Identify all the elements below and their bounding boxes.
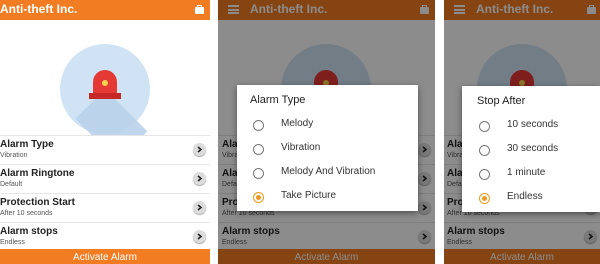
chevron-right-icon[interactable]	[193, 143, 206, 156]
option-endless[interactable]: Endless	[479, 191, 597, 207]
option-vibration[interactable]: Vibration	[253, 142, 413, 158]
setting-row-alarm-stops[interactable]: Alarm stops Endless	[0, 222, 210, 251]
dialog-title: Alarm Type	[250, 94, 306, 106]
option-take-picture[interactable]: Take Picture	[253, 190, 413, 206]
option-label: Melody And Vibration	[281, 166, 376, 177]
radio-button[interactable]	[253, 168, 264, 179]
option-label: Melody	[281, 118, 314, 129]
stop-after-screen: Anti-theft Inc. Alarm Type Vibration Ala…	[444, 0, 600, 264]
settings-list: Alarm Type Vibration Alarm Ringtone Defa…	[0, 135, 210, 251]
setting-value: Endless	[0, 239, 25, 246]
option-label: 1 minute	[507, 167, 546, 178]
shopping-bag-icon[interactable]	[195, 5, 204, 14]
option-melody-and-vibration[interactable]: Melody And Vibration	[253, 166, 413, 182]
alarm-type-dialog: Alarm Type Melody Vibration Melody And V…	[237, 85, 418, 211]
radio-button[interactable]	[479, 145, 490, 156]
setting-title: Alarm stops	[0, 226, 58, 237]
radio-button-selected[interactable]	[253, 192, 264, 203]
activate-alarm-button[interactable]: Activate Alarm	[0, 249, 210, 264]
radio-button[interactable]	[479, 169, 490, 180]
stop-after-dialog: Stop After 10 seconds 30 seconds 1 minut…	[462, 86, 600, 212]
setting-title: Protection Start	[0, 197, 76, 208]
option-10-seconds[interactable]: 10 seconds	[479, 119, 597, 135]
main-screen: Anti-theft Inc. Alarm Type Vibration Ala…	[0, 0, 210, 264]
radio-button-selected[interactable]	[479, 193, 490, 204]
setting-title: Alarm Ringtone	[0, 168, 75, 179]
option-label: Take Picture	[281, 190, 337, 201]
app-toolbar: Anti-theft Inc.	[0, 0, 210, 20]
option-30-seconds[interactable]: 30 seconds	[479, 143, 597, 159]
app-title: Anti-theft Inc.	[0, 2, 78, 16]
setting-value: Default	[0, 181, 23, 188]
option-melody[interactable]: Melody	[253, 118, 413, 134]
setting-row-protection-start[interactable]: Protection Start After 10 seconds	[0, 193, 210, 222]
chevron-right-icon[interactable]	[193, 230, 206, 243]
option-label: 30 seconds	[507, 143, 559, 154]
option-label: Vibration	[281, 142, 321, 153]
setting-row-alarm-type[interactable]: Alarm Type Vibration	[0, 135, 210, 164]
setting-value: Vibration	[0, 152, 28, 159]
chevron-right-icon[interactable]	[193, 201, 206, 214]
chevron-right-icon[interactable]	[193, 172, 206, 185]
alarm-type-screen: Anti-theft Inc. Alarm Type Vibration Ala…	[218, 0, 435, 264]
setting-row-alarm-ringtone[interactable]: Alarm Ringtone Default	[0, 164, 210, 193]
option-label: 10 seconds	[507, 119, 559, 130]
dialog-title: Stop After	[477, 95, 526, 107]
radio-button[interactable]	[479, 121, 490, 132]
illustration-area	[0, 20, 210, 162]
siren-icon	[60, 44, 150, 162]
setting-title: Alarm Type	[0, 139, 54, 150]
setting-value: After 10 seconds	[0, 210, 53, 217]
radio-button[interactable]	[253, 120, 264, 131]
option-1-minute[interactable]: 1 minute	[479, 167, 597, 183]
option-label: Endless	[507, 191, 543, 202]
radio-button[interactable]	[253, 144, 264, 155]
